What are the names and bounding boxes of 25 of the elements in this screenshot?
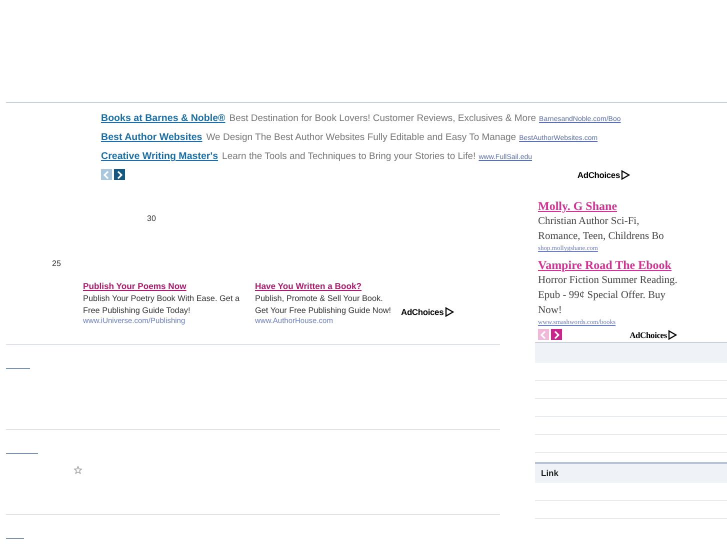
number-label: 25 [52,259,62,268]
ad-title-link[interactable]: Publish Your Poems Now [83,280,255,292]
ad-title-link[interactable]: Vampire Road The Ebook [538,257,727,273]
ad-text: Publish, Promote & Sell Your Book. Get Your Free Publishing Guide Now! [255,293,392,317]
ad-text: Christian Author Sci-Fi, Romance, Teen, Childrens Bo [538,215,665,244]
ad-title-link[interactable]: Best Author Websites [101,132,202,143]
play-triangle-icon [668,330,677,340]
adchoices-link[interactable]: AdChoices [630,330,677,340]
ad-title-link[interactable]: Have You Written a Book? [255,280,397,292]
adchoices-link[interactable]: AdChoices [577,170,630,180]
number-label: 30 [147,214,157,223]
play-triangle-icon [621,170,630,180]
ad-text: We Design The Best Author Websites Fully Editable and Easy To Manage [206,132,516,143]
play-triangle-icon [444,307,454,317]
ad-text: Horror Fiction Summer Reading. Epub - 99¢ Special Offer. Buy Now! [538,274,678,318]
next-button[interactable] [551,329,562,340]
ad-text: Publish Your Poetry Book With Ease. Get a Free Publishing Guide Today! [83,293,241,317]
sidebar-header: Link [535,462,727,483]
ad-text: Best Destination for Book Lovers! Customer Reviews, Exclusives & More [229,113,536,124]
adchoices-link[interactable]: AdChoices [401,307,454,317]
ad-title-link[interactable]: Books at Barnes & Noble® [101,113,226,124]
ad-text: Learn the Tools and Techniques to Bring your Stories to Life! [222,151,476,162]
next-button[interactable] [114,169,125,180]
ad-title-link[interactable]: Molly. G Shane [538,198,727,214]
ad-title-link[interactable]: Creative Writing Master's [101,151,218,162]
